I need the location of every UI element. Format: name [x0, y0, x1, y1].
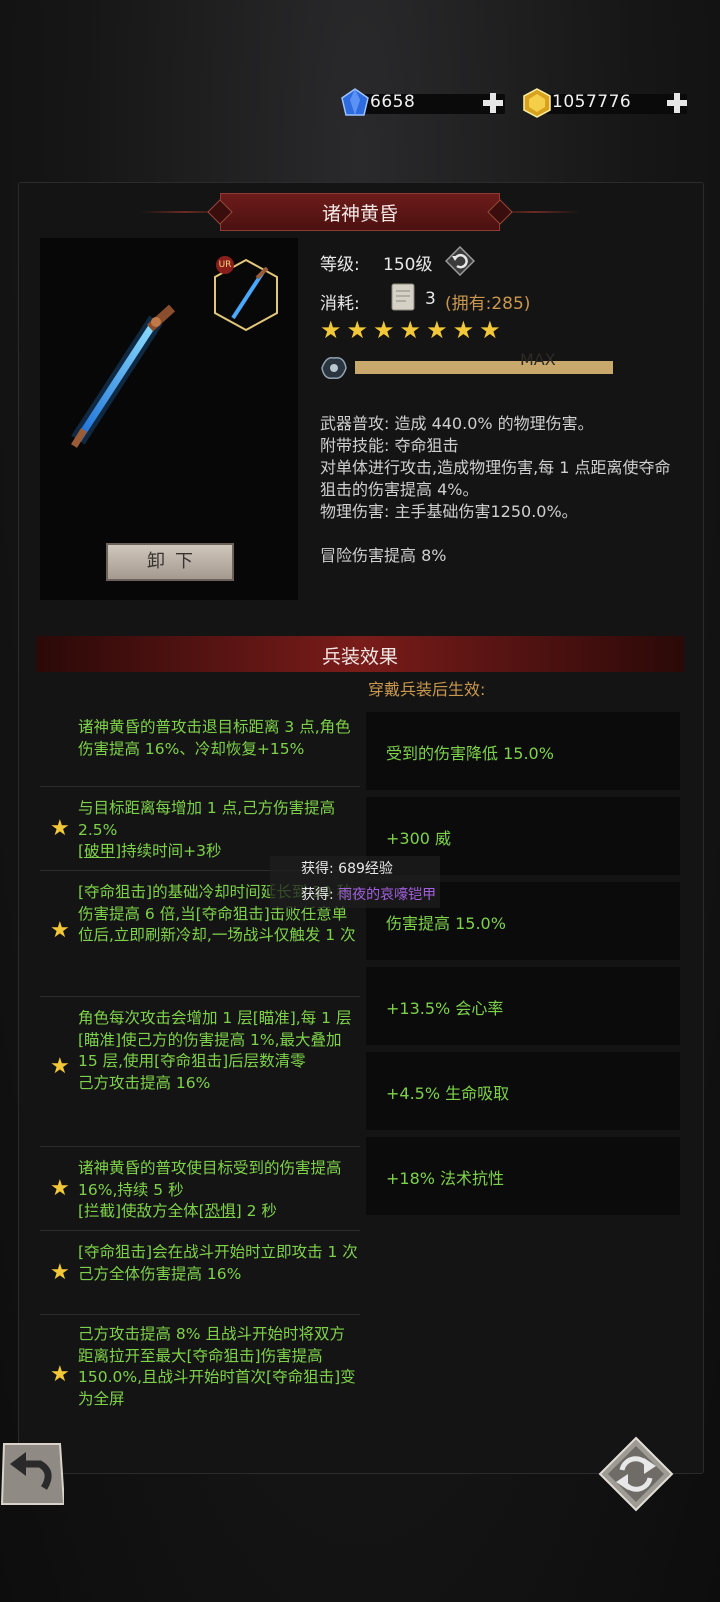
star-icon: ★: [346, 316, 374, 344]
desc-skill-detail: 对单体进行攻击,造成物理伤害,每 1 点距离使夺命狙击的伤害提高 4%。: [320, 458, 671, 499]
gem-currency: 6658: [340, 88, 510, 118]
star-icon: ★: [399, 316, 427, 344]
star-icon: ★: [50, 918, 70, 943]
scroll-icon: [391, 283, 415, 311]
star-icon: ★: [452, 316, 480, 344]
unload-button[interactable]: 卸下: [106, 543, 234, 581]
item-name: 雨夜的哀嚎铠甲: [338, 887, 437, 903]
bonus-card: +18% 法术抗性: [366, 1137, 680, 1215]
star-icon: ★: [479, 316, 506, 344]
rarity-badge: UR: [216, 256, 234, 274]
item-notification: 获得: 雨夜的哀嚎铠甲: [301, 887, 437, 903]
bonus-text: 伤害提高 15.0%: [386, 914, 506, 933]
effect-line: 与目标距离每增加 1 点,己方伤害提高 2.5%: [78, 799, 336, 839]
progress-max-label: MAX: [520, 350, 556, 369]
gold-amount: 1057776: [552, 92, 632, 112]
gold-plus-button[interactable]: [666, 92, 688, 114]
effect-row: ★ 己方攻击提高 8% 且战斗开始时将双方距离拉开至最大[夺命狙击]伤害提高 1…: [40, 1314, 360, 1442]
effects-title: 兵装效果: [321, 646, 398, 668]
fear-link[interactable]: 恐惧: [205, 1202, 236, 1220]
bonus-card: +13.5% 会心率: [366, 967, 680, 1045]
star-icon: ★: [50, 1054, 70, 1079]
star-rating: ★★★★★★★: [320, 316, 506, 344]
effect-text: 诸神黄昏的普攻击退目标距离 3 点,角色伤害提高 16%、冷却恢复+15%: [78, 718, 351, 758]
title-banner: 诸神黄昏: [220, 193, 500, 231]
star-icon: ★: [50, 816, 70, 841]
gem-plus-button[interactable]: [482, 92, 504, 114]
bonus-text: +300 威: [386, 829, 452, 848]
back-icon[interactable]: [0, 1442, 64, 1506]
weapon-illustration: [71, 304, 176, 448]
wear-note: 穿戴兵装后生效:: [368, 680, 486, 699]
unload-label: 卸下: [147, 551, 203, 572]
effect-text: 己方攻击提高 8% 且战斗开始时将双方距离拉开至最大[夺命狙击]伤害提高 150…: [78, 1325, 356, 1408]
progress-bar: [355, 361, 613, 374]
gold-currency: 1057776: [522, 88, 692, 118]
bonus-text: +4.5% 生命吸取: [386, 1084, 510, 1103]
bonus-text: +13.5% 会心率: [386, 999, 504, 1018]
level-label: 等级:: [320, 255, 360, 275]
effect-row: ★ 诸神黄昏的普攻使目标受到的伤害提高 16%,持续 5 秒 [拦截]使敌方全体…: [40, 1146, 360, 1231]
star-icon: ★: [320, 316, 347, 344]
effects-banner: 兵装效果: [36, 636, 684, 672]
desc-physical: 物理伤害: 主手基础伤害1250.0%。: [320, 502, 578, 521]
owned-count: (拥有:285): [445, 294, 531, 314]
effect-text: [夺命狙击]会在战斗开始时立即攻击 1 次 己方全体伤害提高 16%: [78, 1243, 358, 1283]
star-icon: ★: [50, 1362, 70, 1387]
star-icon: ★: [50, 1176, 70, 1201]
refresh-icon[interactable]: [598, 1436, 674, 1512]
weapon-description: 武器普攻: 造成 440.0% 的物理伤害。 附带技能: 夺命狙击 对单体进行攻…: [320, 413, 680, 567]
effect-text: 角色每次攻击会增加 1 层[瞄准],每 1 层[瞄准]使己方的伤害提高 1%,最…: [78, 1009, 352, 1092]
level-value: 150级: [383, 255, 433, 275]
reset-icon[interactable]: [445, 246, 475, 276]
gem-icon: [341, 88, 369, 116]
exp-notification: 获得: 689经验: [301, 861, 393, 877]
bonus-card: 受到的伤害降低 15.0%: [366, 712, 680, 790]
desc-skill: 附带技能: 夺命狙击: [320, 436, 459, 455]
star-icon: ★: [373, 316, 400, 344]
bonus-text: +18% 法术抗性: [386, 1169, 505, 1188]
cost-label: 消耗:: [320, 294, 360, 314]
effect-row: 诸神黄昏的普攻击退目标距离 3 点,角色伤害提高 16%、冷却恢复+15%: [40, 712, 360, 787]
gold-icon: [523, 88, 551, 118]
star-icon: ★: [50, 1260, 70, 1285]
effect-row: ★ [夺命狙击]会在战斗开始时立即攻击 1 次 己方全体伤害提高 16%: [40, 1230, 360, 1315]
desc-attack: 武器普攻: 造成 440.0% 的物理伤害。: [320, 414, 594, 433]
broken-armor-link[interactable]: 破甲: [84, 842, 115, 860]
effect-row: ★ 角色每次攻击会增加 1 层[瞄准],每 1 层[瞄准]使己方的伤害提高 1%…: [40, 996, 360, 1147]
effect-text: 与目标距离每增加 1 点,己方伤害提高 2.5% [破甲]持续时间+3秒: [78, 799, 336, 860]
star-icon: ★: [426, 316, 453, 344]
soul-icon: [321, 356, 347, 380]
bonus-text: 受到的伤害降低 15.0%: [386, 744, 554, 763]
gem-amount: 6658: [370, 92, 416, 112]
desc-extra-bonus: 冒险伤害提高 8%: [320, 546, 447, 565]
cost-value: 3: [425, 289, 436, 309]
weapon-title: 诸神黄昏: [321, 203, 398, 225]
effect-text: 诸神黄昏的普攻使目标受到的伤害提高 16%,持续 5 秒 [拦截]使敌方全体[恐…: [78, 1159, 342, 1220]
bonus-card: +4.5% 生命吸取: [366, 1052, 680, 1130]
reward-notification: 获得: 689经验 获得: 雨夜的哀嚎铠甲: [270, 856, 440, 908]
